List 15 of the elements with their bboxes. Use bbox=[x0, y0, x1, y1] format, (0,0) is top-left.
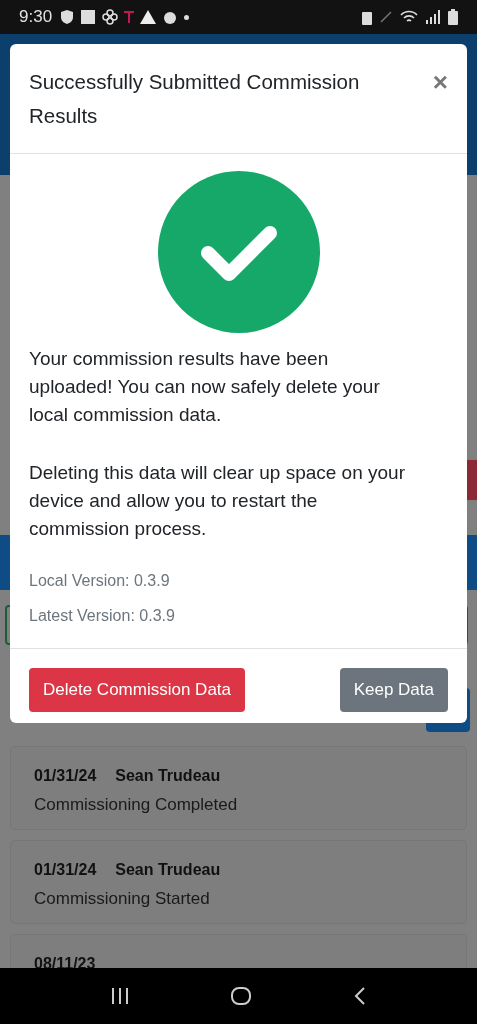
version-text: Latest Version: 0.3.9 bbox=[29, 606, 176, 626]
history-event: Commissioning Started bbox=[34, 888, 211, 910]
keep-button[interactable]: Keep Data bbox=[339, 668, 448, 712]
version-text: Local Version: 0.3.9 bbox=[29, 571, 171, 591]
history-event: Commissioning Completed bbox=[34, 794, 239, 816]
delete-button[interactable]: Delete Commission Data bbox=[29, 668, 245, 712]
history-date: 01/31/24 bbox=[34, 766, 97, 786]
message-paragraph: Deleting this data will clear up space on your device and allow you to restart the commission process. bbox=[29, 461, 406, 541]
history-user: Sean Trudeau bbox=[115, 766, 221, 786]
modal-title: Successfully Submitted Commission Results bbox=[29, 69, 361, 129]
history-user: Sean Trudeau bbox=[115, 860, 221, 880]
message-paragraph: Your commission results have been uploaded! You can now safely delete your local commission data. bbox=[29, 347, 381, 427]
history-date: 01/31/24 bbox=[34, 860, 97, 880]
close-button[interactable]: × bbox=[432, 69, 448, 95]
status-time: 9:30 bbox=[19, 6, 53, 29]
